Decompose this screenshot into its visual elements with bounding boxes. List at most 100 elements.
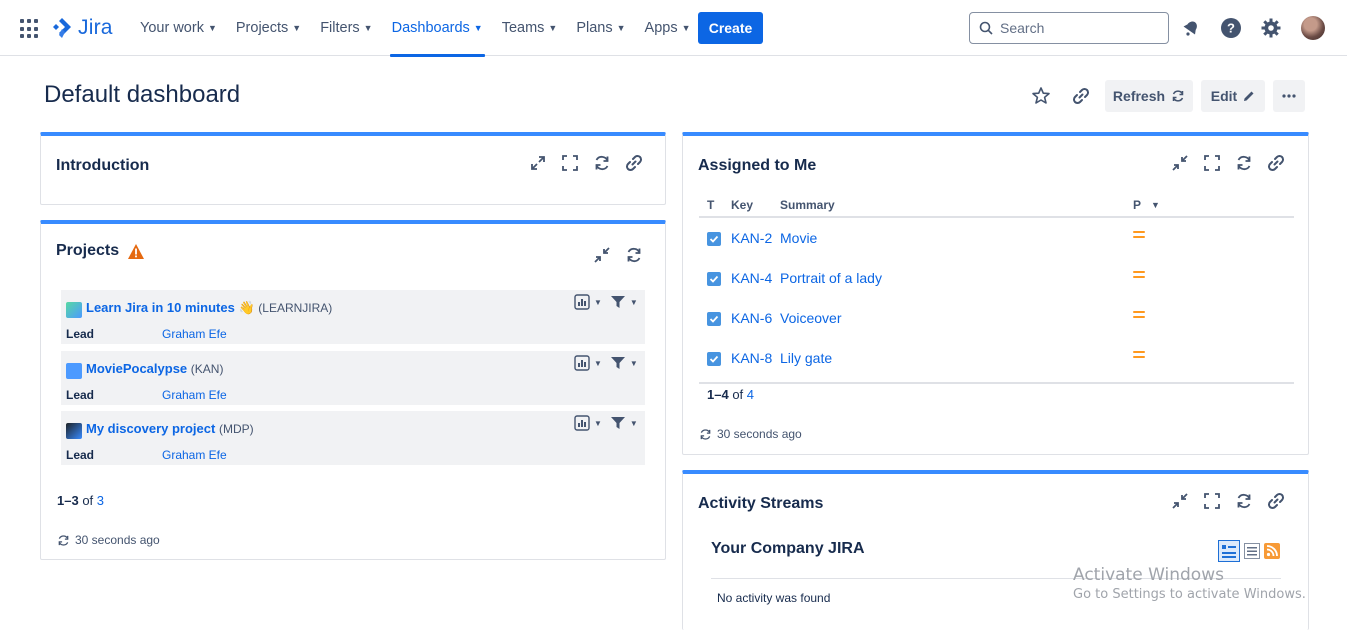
search-icon (979, 21, 993, 35)
chevron-down-icon[interactable]: ▼ (594, 298, 602, 307)
expand-icon[interactable] (528, 153, 548, 173)
results-count: 1–4 of 4 (707, 387, 754, 402)
nav-apps[interactable]: Apps ▼ (645, 0, 691, 56)
nav-dashboards[interactable]: Dashboards ▼ (389, 0, 485, 57)
nav-filters[interactable]: Filters ▼ (320, 0, 372, 56)
lead-name-link[interactable]: Graham Efe (162, 327, 227, 341)
collapse-icon[interactable] (1170, 153, 1190, 173)
help-icon[interactable]: ? (1219, 16, 1243, 40)
issue-summary-link[interactable]: Voiceover (780, 310, 841, 326)
last-updated: 30 seconds ago (699, 427, 802, 441)
project-name-link[interactable]: MoviePocalypse (KAN) (86, 361, 223, 376)
fullscreen-icon[interactable] (1202, 153, 1222, 173)
collapse-icon[interactable] (592, 245, 612, 265)
refresh-icon[interactable] (1234, 153, 1254, 173)
stream-view-tools (1218, 540, 1280, 562)
notifications-icon[interactable] (1179, 16, 1203, 40)
app-switcher-icon[interactable] (20, 19, 40, 39)
chevron-down-icon[interactable]: ▼ (630, 419, 638, 428)
nav-label: Dashboards (391, 20, 470, 36)
wave-emoji-icon: 👋 (238, 300, 255, 315)
create-button[interactable]: Create (698, 12, 763, 44)
settings-gear-icon[interactable] (1259, 16, 1283, 40)
refresh-icon[interactable] (1234, 491, 1254, 511)
last-updated: 30 seconds ago (57, 533, 160, 547)
sort-chevron-down-icon[interactable]: ▼ (1151, 200, 1160, 210)
report-chart-icon[interactable] (574, 415, 590, 431)
chevron-down-icon[interactable]: ▼ (630, 298, 638, 307)
refresh-icon[interactable] (592, 153, 612, 173)
fullscreen-icon[interactable] (1202, 491, 1222, 511)
project-name: MoviePocalypse (86, 361, 188, 376)
chevron-down-icon[interactable]: ▼ (630, 359, 638, 368)
link-icon[interactable] (1266, 491, 1286, 511)
edit-button[interactable]: Edit (1201, 80, 1265, 112)
more-actions-button[interactable] (1273, 80, 1305, 112)
issue-key-link[interactable]: KAN-6 (731, 310, 772, 326)
issue-key-link[interactable]: KAN-4 (731, 270, 772, 286)
issue-row[interactable]: KAN-8 Lily gate (699, 344, 1294, 384)
count-total-link[interactable]: 4 (747, 387, 754, 402)
project-name-link[interactable]: My discovery project (MDP) (86, 421, 254, 436)
count-of: of (82, 493, 94, 508)
issues-table-header: T Key Summary P ▼ (699, 198, 1294, 218)
refresh-icon[interactable] (57, 534, 70, 547)
nav-your-work[interactable]: Your work ▼ (140, 0, 217, 56)
nav-teams[interactable]: Teams ▼ (502, 0, 558, 56)
lead-name-link[interactable]: Graham Efe (162, 388, 227, 402)
issue-row[interactable]: KAN-2 Movie (699, 224, 1294, 264)
filter-icon[interactable] (610, 295, 626, 309)
report-chart-icon[interactable] (574, 355, 590, 371)
search-input[interactable]: Search (969, 12, 1169, 44)
gadget-toolbar (592, 245, 644, 265)
lead-name-link[interactable]: Graham Efe (162, 448, 227, 462)
column-key[interactable]: Key (731, 198, 753, 212)
project-name: Learn Jira in 10 minutes (86, 300, 235, 315)
nav-label: Projects (235, 20, 289, 36)
copy-link-icon[interactable] (1069, 84, 1093, 108)
gadget-title: Assigned to Me (698, 157, 817, 174)
fullscreen-icon[interactable] (560, 153, 580, 173)
report-chart-icon[interactable] (574, 294, 590, 310)
count-total-link[interactable]: 3 (97, 493, 104, 508)
collapse-icon[interactable] (1170, 491, 1190, 511)
column-type[interactable]: T (707, 198, 714, 212)
project-tools: ▼ ▼ (574, 294, 638, 310)
project-tools: ▼ ▼ (574, 355, 638, 371)
column-priority[interactable]: P (1133, 198, 1141, 212)
task-type-icon (707, 312, 721, 326)
warning-icon[interactable] (127, 243, 145, 260)
full-view-icon[interactable] (1218, 540, 1240, 562)
jira-logo[interactable]: Jira (52, 16, 113, 40)
chevron-down-icon[interactable]: ▼ (594, 419, 602, 428)
refresh-button[interactable]: Refresh (1105, 80, 1193, 112)
issue-summary-link[interactable]: Portrait of a lady (780, 270, 882, 286)
star-icon[interactable] (1029, 84, 1053, 108)
refresh-icon[interactable] (699, 428, 712, 441)
link-icon[interactable] (624, 153, 644, 173)
nav-label: Filters (320, 20, 360, 36)
issue-row[interactable]: KAN-6 Voiceover (699, 304, 1294, 344)
task-type-icon (707, 232, 721, 246)
rss-feed-icon[interactable] (1264, 543, 1280, 559)
project-name-link[interactable]: Learn Jira in 10 minutes 👋 (LEARNJIRA) (86, 300, 332, 316)
column-summary[interactable]: Summary (780, 198, 835, 212)
issue-key-link[interactable]: KAN-2 (731, 230, 772, 246)
issue-key-link[interactable]: KAN-8 (731, 350, 772, 366)
refresh-icon[interactable] (624, 245, 644, 265)
issue-summary-link[interactable]: Lily gate (780, 350, 832, 366)
user-avatar[interactable] (1301, 16, 1325, 40)
filter-icon[interactable] (610, 416, 626, 430)
nav-label: Plans (576, 20, 613, 36)
nav-plans[interactable]: Plans ▼ (576, 0, 625, 56)
issue-summary-link[interactable]: Movie (780, 230, 817, 246)
issue-row[interactable]: KAN-4 Portrait of a lady (699, 264, 1294, 304)
lead-label: Lead (66, 327, 95, 341)
link-icon[interactable] (1266, 153, 1286, 173)
chevron-down-icon[interactable]: ▼ (594, 359, 602, 368)
project-name: My discovery project (86, 421, 216, 436)
project-row: Learn Jira in 10 minutes 👋 (LEARNJIRA) L… (61, 290, 645, 344)
nav-projects[interactable]: Projects ▼ (236, 0, 301, 56)
list-view-icon[interactable] (1244, 543, 1260, 559)
filter-icon[interactable] (610, 356, 626, 370)
